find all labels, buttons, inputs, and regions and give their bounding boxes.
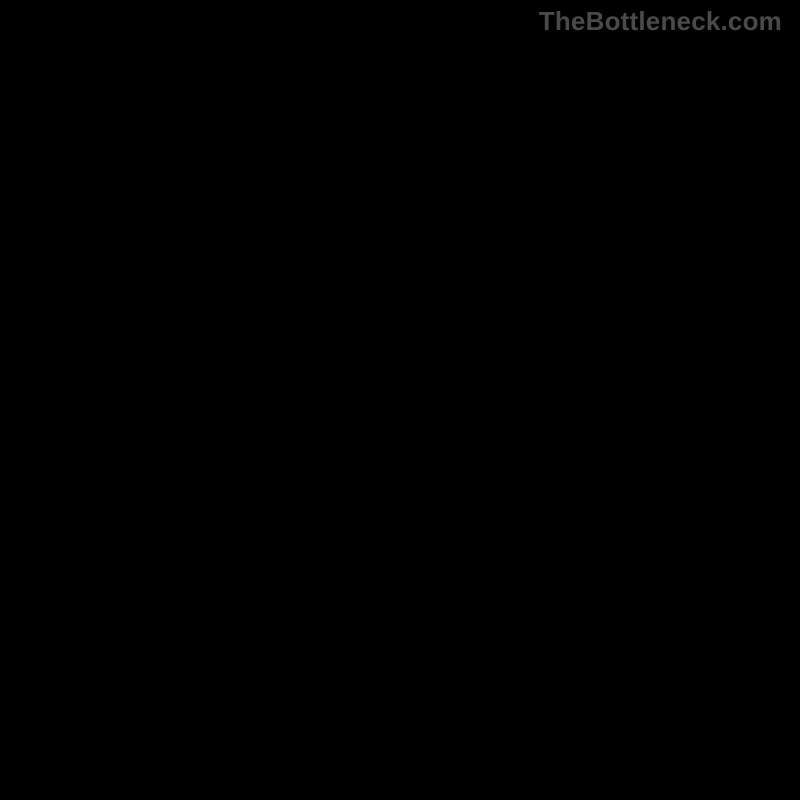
heatmap-canvas: [26, 44, 774, 774]
figure-frame: TheBottleneck.com: [0, 0, 800, 800]
attribution-watermark: TheBottleneck.com: [539, 6, 782, 37]
plot-area: [26, 44, 774, 774]
